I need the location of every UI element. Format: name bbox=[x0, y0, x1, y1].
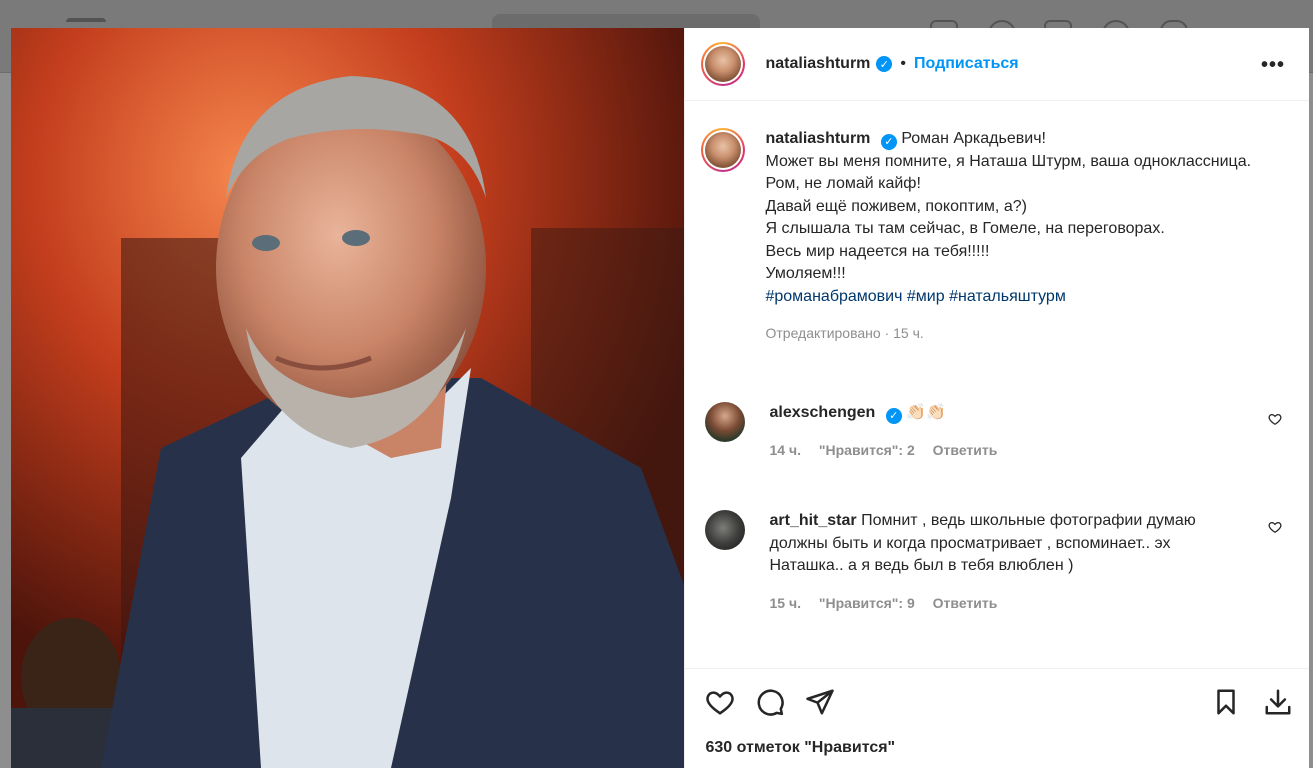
caption-line: Может вы меня помните, я Наташа Штурм, в… bbox=[765, 152, 1252, 170]
caption-line: Роман Аркадьевич! bbox=[901, 130, 1046, 147]
author-avatar[interactable] bbox=[701, 42, 746, 86]
comment-avatar[interactable] bbox=[705, 402, 746, 442]
caption-meta: Отредактировано · 15 ч. bbox=[765, 325, 924, 341]
verified-badge-icon: ✓ bbox=[885, 408, 902, 425]
verified-badge-icon: ✓ bbox=[880, 134, 897, 151]
author-username[interactable]: nataliashturm bbox=[765, 55, 870, 73]
post-header: nataliashturm ✓ • Подписаться ••• bbox=[685, 28, 1309, 101]
comment-time: 14 ч. bbox=[769, 441, 801, 458]
download-icon[interactable] bbox=[1263, 687, 1293, 717]
verified-badge-icon: ✓ bbox=[876, 56, 893, 72]
heart-icon[interactable] bbox=[705, 687, 735, 717]
action-bar: 630 отметок "Нравится" bbox=[685, 668, 1309, 768]
separator-dot: • bbox=[900, 55, 907, 72]
comment-username[interactable]: alexschengen bbox=[769, 404, 875, 421]
post-panel: nataliashturm ✓ • Подписаться ••• natali… bbox=[684, 28, 1309, 768]
caption-username[interactable]: nataliashturm bbox=[765, 130, 870, 147]
share-icon[interactable] bbox=[805, 687, 835, 717]
comment-body: alexschengen ✓ 👏🏻👏🏻 14 ч. "Нравится": 2 … bbox=[769, 402, 1239, 461]
comment: art_hit_star Помнит , ведь школьные фото… bbox=[705, 510, 1290, 614]
comment-time: 15 ч. bbox=[769, 594, 801, 611]
comment-meta: 15 ч. "Нравится": 9 Ответить bbox=[769, 592, 1239, 615]
more-options-icon[interactable]: ••• bbox=[1261, 54, 1285, 77]
caption-line: Умоляем!!! bbox=[765, 265, 846, 282]
caption-line: Давай ещё поживем, покоптим, а?) bbox=[765, 197, 1027, 215]
hashtags: #романабрамович #мир #натальяштурм bbox=[765, 286, 1251, 309]
hashtag-link[interactable]: #мир bbox=[907, 288, 945, 305]
caption-avatar[interactable] bbox=[701, 128, 746, 172]
post-modal: nataliashturm ✓ • Подписаться ••• natali… bbox=[11, 28, 1309, 768]
caption-line: Ром, не ломай кайф! bbox=[765, 175, 921, 192]
post-photo bbox=[11, 28, 685, 768]
comment-body: art_hit_star Помнит , ведь школьные фото… bbox=[769, 510, 1239, 614]
caption-line: Весь мир надеется на тебя!!!!! bbox=[765, 242, 990, 260]
comment: alexschengen ✓ 👏🏻👏🏻 14 ч. "Нравится": 2 … bbox=[705, 402, 1290, 461]
comment-likes[interactable]: "Нравится": 9 bbox=[819, 595, 915, 611]
comment-username[interactable]: art_hit_star bbox=[769, 512, 856, 529]
comment-meta: 14 ч. "Нравится": 2 Ответить bbox=[769, 439, 1239, 462]
comment-heart-icon[interactable] bbox=[1268, 520, 1282, 534]
comment-text: 👏🏻👏🏻 bbox=[906, 404, 947, 421]
caption: nataliashturm ✓ Роман Аркадьевич! Может … bbox=[701, 128, 1261, 345]
reply-button[interactable]: Ответить bbox=[933, 442, 998, 458]
post-photo-illustration bbox=[11, 28, 685, 768]
bookmark-icon[interactable] bbox=[1211, 687, 1241, 717]
comment-heart-icon[interactable] bbox=[1268, 412, 1282, 426]
reply-button[interactable]: Ответить bbox=[933, 595, 998, 611]
likes-count[interactable]: 630 отметок "Нравится" bbox=[705, 739, 895, 757]
comment-icon[interactable] bbox=[755, 687, 785, 717]
caption-line: Я слышала ты там сейчас, в Гомеле, на пе… bbox=[765, 220, 1165, 237]
caption-text: nataliashturm ✓ Роман Аркадьевич! Может … bbox=[765, 128, 1251, 345]
comment-likes[interactable]: "Нравится": 2 bbox=[819, 442, 915, 458]
hashtag-link[interactable]: #натальяштурм bbox=[949, 288, 1066, 305]
comment-avatar[interactable] bbox=[705, 510, 746, 550]
follow-button[interactable]: Подписаться bbox=[914, 55, 1019, 73]
hashtag-link[interactable]: #романабрамович bbox=[765, 288, 902, 305]
